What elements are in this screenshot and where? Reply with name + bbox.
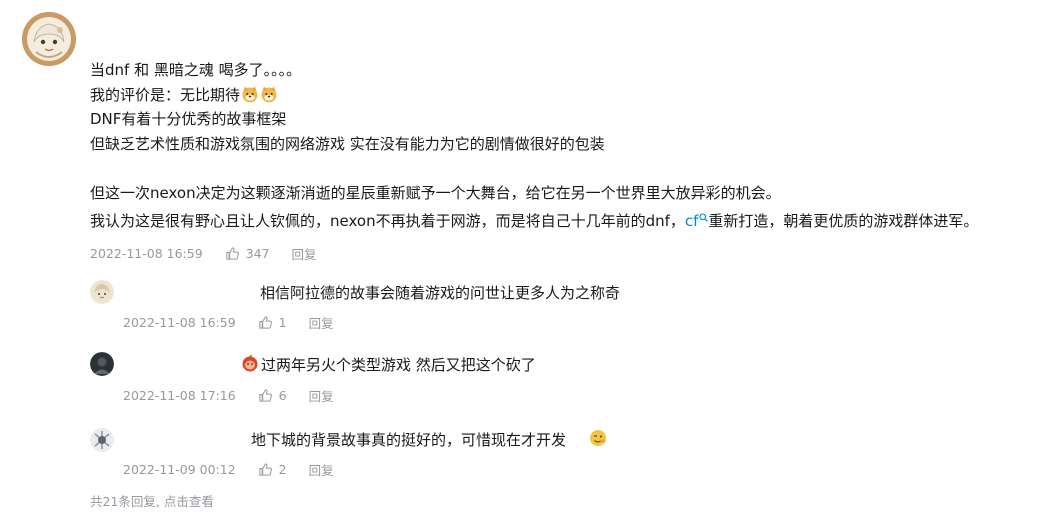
reply-button[interactable]: 回复 [292,244,317,263]
comment-line: 当dnf 和 黑暗之魂 喝多了。。。。 [90,61,302,79]
reply-text: 过两年另火个类型游戏 然后又把这个砍了 [261,356,536,374]
thumbs-up-icon [226,247,239,260]
reply-avatar[interactable] [90,280,114,304]
reply-meta: 2022-11-08 16:59 1 回复 [123,313,334,332]
view-more-replies-link[interactable]: 共21条回复, 点击查看 [90,491,214,510]
reply-text: 地下城的背景故事真的挺好的，可惜现在才开发 [251,431,567,449]
like-button[interactable]: 1 [258,315,287,330]
comment-line: 但缺乏艺术性质和游戏氛围的网络游戏 实在没有能力为它的剧情做很好的包装 [90,134,605,153]
comment-body: 当dnf 和 黑暗之魂 喝多了。。。。 我的评价是：无比期待 DNF有着十分优秀… [90,58,1030,230]
comment-time: 2022-11-08 16:59 [90,246,203,261]
apple-emoji [241,354,259,372]
like-button[interactable]: 2 [258,462,287,477]
search-link-cf[interactable]: cf [685,212,709,230]
like-button[interactable]: 6 [258,388,287,403]
like-count: 2 [278,462,287,477]
comment-line: 我认为这是很有野心且让人钦佩的，nexon不再执着于网游，而是将自己十几年前的d… [90,205,1030,230]
reply-avatar[interactable] [90,352,114,376]
doge-emoji [241,85,259,103]
reply-button[interactable]: 回复 [309,313,334,332]
like-count: 1 [278,315,287,330]
thumbs-up-icon [259,316,272,329]
doge-emoji [260,85,278,103]
reply-avatar[interactable] [90,428,114,452]
like-count: 347 [245,246,270,261]
reply-time: 2022-11-08 17:16 [123,388,236,403]
comment-line: DNF有着十分优秀的故事框架 [90,110,287,128]
reply-text: 相信阿拉德的故事会随着游戏的问世让更多人为之称奇 [260,284,621,302]
reply-meta: 2022-11-08 17:16 6 回复 [123,386,334,405]
reply-time: 2022-11-08 16:59 [123,315,236,330]
reply-button[interactable]: 回复 [309,460,334,479]
like-count: 6 [278,388,287,403]
main-commenter-avatar[interactable] [22,12,76,66]
comment-line: 但这一次nexon决定为这颗逐渐消逝的星辰重新赋予一个大舞台，给它在另一个世界里… [90,183,781,202]
like-button[interactable]: 347 [225,246,270,261]
reply-time: 2022-11-09 00:12 [123,462,236,477]
comment-blank-line [90,156,1030,181]
thumbs-up-icon [259,389,272,402]
reply-meta: 2022-11-09 00:12 2 回复 [123,460,334,479]
comment-meta: 2022-11-08 16:59 347 回复 [90,244,317,263]
reply-button[interactable]: 回复 [309,386,334,405]
wink-emoji [589,429,607,447]
thumbs-up-icon [259,463,272,476]
comment-line: 我的评价是：无比期待 [90,83,1030,108]
